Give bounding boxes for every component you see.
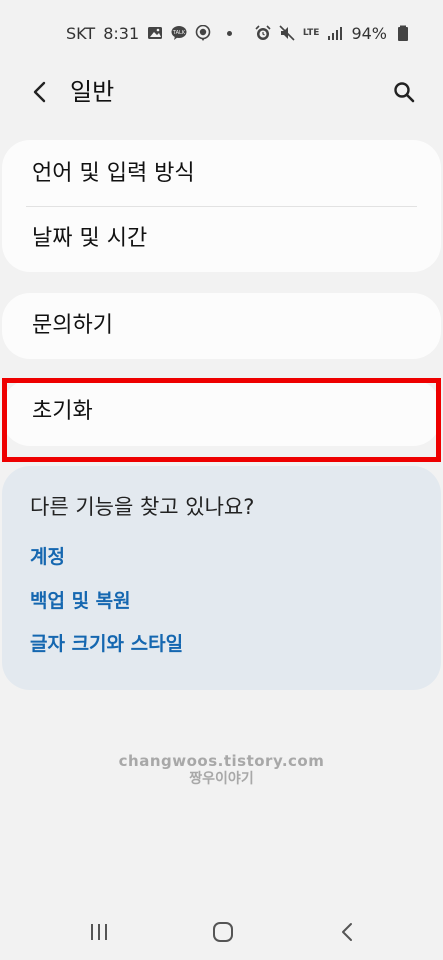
language-input-item[interactable]: 언어 및 입력 방식: [32, 159, 195, 189]
status-bar: SKT 8:31 TALK LTE 94%: [0, 0, 443, 66]
chevron-left-icon: [33, 81, 46, 103]
network-type-label: LTE: [302, 27, 320, 38]
settings-group-language-time: 언어 및 입력 방식 날짜 및 시간: [2, 140, 441, 272]
status-left: SKT 8:31 TALK: [66, 23, 233, 43]
settings-general-screen: SKT 8:31 TALK LTE 94% 일반 언어 및 입력 방식 날짜 및…: [0, 0, 443, 960]
back-arrow-icon: [342, 923, 352, 941]
battery-icon: [395, 25, 411, 41]
account-link[interactable]: 계정: [30, 544, 65, 570]
battery-percentage: 94%: [351, 23, 387, 43]
highlight-box: [2, 378, 441, 462]
back-button[interactable]: [24, 76, 56, 108]
recent-apps-icon: [91, 924, 107, 940]
font-size-style-link[interactable]: 글자 크기와 스타일: [30, 631, 183, 657]
app-bar: 일반: [0, 66, 443, 118]
search-icon: [394, 82, 415, 103]
back-nav-button[interactable]: [329, 916, 365, 948]
mute-icon: [279, 25, 295, 41]
backup-restore-link[interactable]: 백업 및 복원: [30, 588, 131, 614]
suggestion-card: 다른 기능을 찾고 있나요? 계정 백업 및 복원 글자 크기와 스타일: [2, 466, 441, 690]
settings-group-contact: 문의하기: [2, 293, 441, 359]
location-app-notification-icon: [195, 25, 211, 41]
alarm-icon: [255, 25, 271, 41]
suggestion-title: 다른 기능을 찾고 있나요?: [30, 495, 255, 519]
signal-strength-icon: [327, 25, 343, 41]
home-button[interactable]: [205, 916, 241, 948]
recent-apps-button[interactable]: [81, 916, 117, 948]
search-button[interactable]: [388, 76, 420, 108]
gallery-notification-icon: [147, 25, 163, 41]
contact-us-item[interactable]: 문의하기: [32, 311, 113, 341]
watermark-name: 짱우이야기: [189, 771, 254, 787]
more-notifications-dot: [227, 30, 233, 36]
chat-notification-icon: TALK: [171, 25, 187, 41]
status-right: LTE 94%: [255, 24, 411, 43]
page-title: 일반: [70, 78, 115, 106]
home-icon: [213, 922, 233, 942]
carrier-label: SKT: [66, 23, 96, 43]
divider: [26, 206, 417, 207]
svg-text:TALK: TALK: [172, 30, 186, 36]
clock: 8:31: [103, 23, 140, 43]
date-time-item[interactable]: 날짜 및 시간: [32, 224, 147, 254]
navigation-bar: [0, 908, 443, 956]
